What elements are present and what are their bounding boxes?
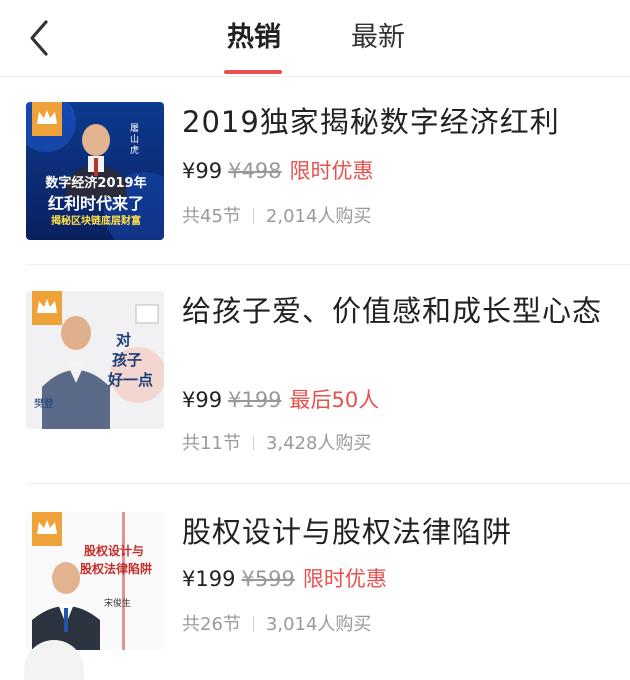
lesson-count: 共45节	[182, 206, 241, 227]
course-cover-image	[26, 512, 164, 650]
thumbnail-author: 宋俊生	[104, 599, 132, 609]
course-thumbnail: 数字经济2019年 红利时代来了 揭秘区块链底层财富 屠山虎	[26, 102, 164, 240]
buyer-count: 3,014人购买	[265, 614, 372, 635]
course-thumbnail: 对 孩子 好一点 樊登	[26, 291, 164, 429]
thumbnail-subheadline: 股权法律陷阱	[80, 562, 153, 576]
crown-badge-icon	[32, 512, 62, 546]
meta-separator	[252, 436, 254, 450]
course-price: ¥199	[182, 567, 236, 591]
back-button[interactable]	[20, 18, 60, 58]
thumbnail-subheadline: 红利时代来了	[47, 194, 144, 213]
top-bar: 热销 最新	[0, 0, 630, 77]
course-item[interactable]: 数字经济2019年 红利时代来了 揭秘区块链底层财富 屠山虎 2019独家揭秘数…	[0, 76, 630, 264]
course-item[interactable]: 对 孩子 好一点 樊登 给孩子爱、价值感和成长型心态 ¥99 ¥199 最后50人 …	[0, 265, 630, 483]
crown-badge-icon	[32, 291, 62, 325]
original-price: ¥599	[241, 567, 295, 591]
original-price: ¥498	[228, 159, 282, 183]
course-item[interactable]: 股权设计与 股权法律陷阱 宋俊生 股权设计与股权法律陷阱 ¥199 ¥599 限时优…	[0, 484, 630, 667]
tab-new[interactable]: 最新	[336, 18, 420, 62]
promo-label: 最后50人	[289, 388, 380, 412]
promo-label: 限时优惠	[289, 159, 374, 183]
course-price: ¥99	[182, 159, 223, 183]
lesson-count: 共11节	[182, 433, 241, 454]
course-thumbnail: 股权设计与 股权法律陷阱 宋俊生	[26, 512, 164, 650]
thumbnail-subheadline: 孩子	[112, 351, 143, 369]
lesson-count: 共26节	[182, 614, 241, 635]
course-meta: 共45节 2,014人购买	[182, 202, 371, 232]
tab-hot[interactable]: 热销	[212, 18, 296, 62]
price-line: ¥99 ¥199 最后50人	[182, 383, 379, 417]
buyer-count: 2,014人购买	[265, 206, 372, 227]
course-meta: 共26节 3,014人购买	[182, 610, 371, 640]
thumbnail-tagline: 揭秘区块链底层财富	[51, 216, 141, 227]
thumbnail-author: 樊登	[34, 399, 54, 410]
buyer-count: 3,428人购买	[265, 433, 372, 454]
meta-separator	[252, 209, 254, 223]
meta-separator	[252, 617, 254, 631]
price-line: ¥199 ¥599 限时优惠	[182, 562, 387, 596]
price-line: ¥99 ¥498 限时优惠	[182, 154, 374, 188]
active-tab-indicator	[224, 70, 282, 74]
course-title[interactable]: 股权设计与股权法律陷阱	[182, 512, 612, 552]
thumbnail-headline: 数字经济2019年	[45, 176, 147, 191]
crown-badge-icon	[32, 102, 62, 136]
course-title[interactable]: 给孩子爱、价值感和成长型心态	[182, 291, 612, 371]
course-price: ¥99	[182, 388, 223, 412]
promo-label: 限时优惠	[302, 567, 387, 591]
thumbnail-headline: 对	[116, 331, 132, 349]
thumbnail-tagline: 好一点	[108, 371, 154, 389]
thumbnail-author: 屠山虎	[130, 124, 140, 156]
chevron-left-icon	[30, 20, 48, 56]
course-meta: 共11节 3,428人购买	[182, 429, 371, 459]
thumbnail-headline: 股权设计与	[84, 544, 145, 558]
course-title[interactable]: 2019独家揭秘数字经济红利	[182, 102, 612, 142]
original-price: ¥199	[228, 388, 282, 412]
